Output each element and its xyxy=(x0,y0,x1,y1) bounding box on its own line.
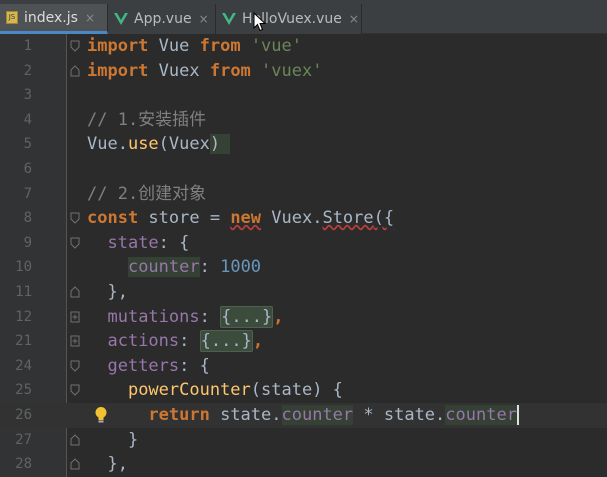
line-number: 7 xyxy=(23,185,32,202)
line-number: 9 xyxy=(23,234,32,251)
code-line: 11 }, xyxy=(0,280,607,305)
line-number: 12 xyxy=(15,308,32,325)
line-number: 11 xyxy=(15,284,32,300)
line-number: 26 xyxy=(15,407,32,423)
line-number: 24 xyxy=(15,357,32,374)
code-line: 7 // 2.创建对象 xyxy=(0,182,607,207)
fold-marker-icon[interactable] xyxy=(70,286,80,298)
fold-marker-icon[interactable] xyxy=(70,64,80,77)
code-text: Vue.use(Vuex) xyxy=(87,132,231,157)
code-line: 5 Vue.use(Vuex) xyxy=(0,132,607,157)
code-line: 6 xyxy=(0,157,607,182)
code-text: }, xyxy=(87,454,128,475)
text-caret xyxy=(516,405,519,425)
code-line: 8 const store = new Vuex.Store({ xyxy=(0,206,607,231)
code-line: 12 mutations: {...}, xyxy=(0,305,607,330)
code-text: getters: { xyxy=(107,355,210,376)
tab-index-js[interactable]: JS index.js × xyxy=(0,4,108,34)
vue-file-icon xyxy=(222,13,236,25)
code-text: } xyxy=(87,429,139,450)
code-line: 28 }, xyxy=(0,452,607,477)
code-line: 1 import Vue from 'vue' xyxy=(0,34,607,59)
line-number: 2 xyxy=(23,62,32,79)
line-number: 1 xyxy=(23,38,32,54)
tab-label: App.vue xyxy=(134,11,192,27)
fold-marker-icon[interactable] xyxy=(70,384,80,397)
code-line: 9 state: { xyxy=(0,231,607,256)
code-comment: // 2.创建对象 xyxy=(87,183,207,204)
code-editor-window: JS index.js × App.vue × HelloVuex.vue × … xyxy=(0,0,607,477)
line-number: 27 xyxy=(15,431,32,448)
code-text: const store = new Vuex.Store({ xyxy=(87,208,395,229)
code-line: 21 actions: {...}, xyxy=(0,329,607,354)
code-line: 27 } xyxy=(0,428,607,453)
fold-marker-icon[interactable] xyxy=(70,458,80,470)
code-text: state: { xyxy=(107,232,190,253)
line-number: 8 xyxy=(23,210,32,227)
folded-region[interactable]: {...} xyxy=(199,330,253,353)
tab-label: index.js xyxy=(24,9,78,26)
line-number: 10 xyxy=(15,259,32,276)
code-line: 24 getters: { xyxy=(0,354,607,379)
line-number: 25 xyxy=(15,382,32,399)
code-text: counter: 1000 xyxy=(127,257,262,278)
close-icon[interactable]: × xyxy=(199,12,209,26)
tab-hellovuex-vue[interactable]: HelloVuex.vue × xyxy=(216,4,362,34)
fold-expand-icon[interactable] xyxy=(70,335,80,347)
code-text: powerCounter(state) { xyxy=(127,380,343,401)
line-number: 3 xyxy=(23,87,32,104)
code-line: 2 import Vuex from 'vuex' xyxy=(0,59,607,84)
tab-app-vue[interactable]: App.vue × xyxy=(108,4,216,34)
fold-marker-icon[interactable] xyxy=(70,237,80,249)
vue-file-icon xyxy=(114,13,128,25)
close-icon[interactable]: × xyxy=(349,12,359,26)
code-line-current: 26 return state.counter * state.counter xyxy=(0,403,607,428)
fold-marker-icon[interactable] xyxy=(70,360,80,372)
close-icon[interactable]: × xyxy=(85,11,95,25)
editor-tab-bar: JS index.js × App.vue × HelloVuex.vue × xyxy=(0,0,607,34)
line-number: 21 xyxy=(15,333,32,350)
code-line: 4 // 1.安装插件 xyxy=(0,108,607,133)
fold-marker-icon[interactable] xyxy=(70,433,80,446)
code-line: 3 xyxy=(0,83,607,108)
line-number: 4 xyxy=(23,111,32,128)
code-text: mutations: {...}, xyxy=(107,305,284,328)
js-file-icon: JS xyxy=(6,11,18,24)
fold-expand-icon[interactable] xyxy=(70,311,80,323)
code-line: 25 powerCounter(state) { xyxy=(0,378,607,403)
code-text: }, xyxy=(87,282,128,302)
line-number: 6 xyxy=(23,161,32,177)
code-text: import Vuex from 'vuex' xyxy=(87,60,323,81)
fold-marker-icon[interactable] xyxy=(70,212,80,224)
code-line: 10 counter: 1000 xyxy=(0,255,607,280)
line-number: 5 xyxy=(23,136,32,153)
code-comment: // 1.安装插件 xyxy=(87,109,207,130)
line-number: 28 xyxy=(15,456,32,473)
code-text: actions: {...}, xyxy=(107,330,264,353)
code-text: return state.counter * state.counter xyxy=(148,405,519,425)
folded-region[interactable]: {...} xyxy=(220,305,274,328)
code-text: import Vue from 'vue' xyxy=(87,36,302,56)
mouse-pointer-icon xyxy=(253,12,266,32)
fold-marker-icon[interactable] xyxy=(70,40,80,52)
